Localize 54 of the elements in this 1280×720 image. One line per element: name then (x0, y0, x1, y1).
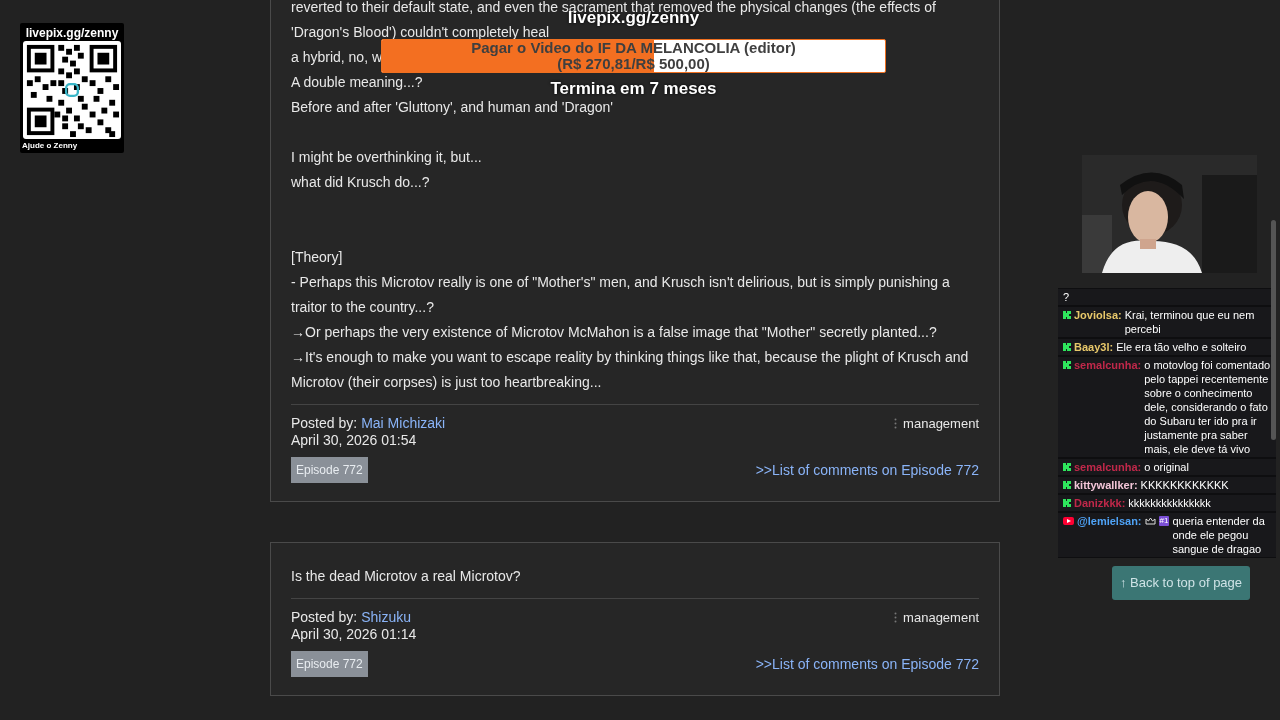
chat-text: ? (1063, 290, 1070, 304)
chat-text: Ele era tão velho e solteiro (1116, 340, 1247, 354)
post-text-line: Is the dead Microtov a real Microtov? (291, 568, 521, 583)
qr-url: livepix.gg/zenny (25, 25, 119, 41)
post-date: April 30, 2026 01:14 (291, 626, 417, 643)
platform-icon (1063, 463, 1071, 471)
chat-text: KKKKKKKKKKKK (1140, 478, 1229, 492)
chat-username: Danizkkk: (1074, 496, 1126, 510)
post-text-line: Microtov (their corpses) is just too heartbreaking... (291, 374, 602, 389)
chat-username: @lemielsan: (1077, 514, 1142, 528)
post-text-line: Before and after 'Gluttony', and human and 'Dragon' (291, 99, 613, 114)
comments-link[interactable]: >>List of comments on Episode 772 (755, 459, 979, 481)
post-text-line: - Perhaps this Microtov really is one of "Mother's" men, and Krusch isn't delirious, but is simply punishing a (291, 274, 950, 289)
goal-deadline: Termina em 7 meses (550, 80, 717, 97)
kebab-icon[interactable] (894, 418, 898, 429)
platform-icon (1063, 311, 1071, 319)
rank-badge: #1 (1158, 516, 1170, 526)
chat-username: semalcunha: (1074, 358, 1142, 372)
scrollbar[interactable] (1271, 220, 1276, 440)
management-link[interactable]: management (903, 609, 979, 626)
posted-by-label: Posted by: (291, 415, 358, 432)
post-text-line: [Theory] (291, 249, 343, 264)
chat-username: Joviolsa: (1074, 308, 1122, 322)
chat-username: semalcunha: (1074, 460, 1142, 474)
comments-link[interactable]: >>List of comments on Episode 772 (755, 653, 979, 675)
chat-text: kkkkkkkkkkkkkkk (1128, 496, 1211, 510)
chat-username: kittywallker: (1074, 478, 1138, 492)
crown-icon (1144, 517, 1156, 525)
post-text-line: 'Dragon's Blood') couldn't completely heal (291, 24, 550, 39)
management-link[interactable]: management (903, 415, 979, 432)
platform-icon (1063, 481, 1071, 489)
chat-username: Baay3l: (1074, 340, 1114, 354)
post-text-line: traitor to the country...? (291, 299, 434, 314)
post-text-line: I might be overthinking it, but... (291, 149, 482, 164)
chat-text: queria entender da onde ele pegou sangue de dragao (1172, 514, 1266, 556)
platform-icon (1063, 343, 1071, 351)
qr-code-icon (23, 41, 121, 139)
chat-text: Krai, terminou que eu nem percebi (1124, 308, 1256, 336)
post-date: April 30, 2026 01:54 (291, 432, 418, 449)
posted-by-label: Posted by: (291, 609, 358, 626)
author-link[interactable]: Shizuku (361, 609, 411, 626)
author-link[interactable]: Mai Michizaki (361, 415, 446, 432)
play-icon (1063, 517, 1074, 525)
chat-text: o motovlog foi comentado pelo tappei recentemente sobre o conhecimento dele, considerando o fato do Subaru ter ido pra ir justamente pra saber mais, ele deve tá vivo (1144, 358, 1271, 456)
platform-icon (1063, 361, 1071, 369)
chat-text: o original (1144, 460, 1189, 474)
qr-caption: Ajude o Zenny (22, 140, 78, 152)
post-text-line: →It's enough to make you want to escape reality by thinking things like that, because the plight of Krusch and (291, 349, 969, 364)
post-text-line: A double meaning...? (291, 74, 423, 89)
back-to-top-button[interactable]: ↑ Back to top of page (1112, 566, 1250, 600)
kebab-icon[interactable] (894, 612, 898, 623)
post-text-line: →Or perhaps the very existence of Microtov McMahon is a false image that "Mother" secretly planted...? (291, 324, 937, 339)
post-text-line: what did Krusch do...? (291, 174, 430, 189)
platform-icon (1063, 499, 1071, 507)
